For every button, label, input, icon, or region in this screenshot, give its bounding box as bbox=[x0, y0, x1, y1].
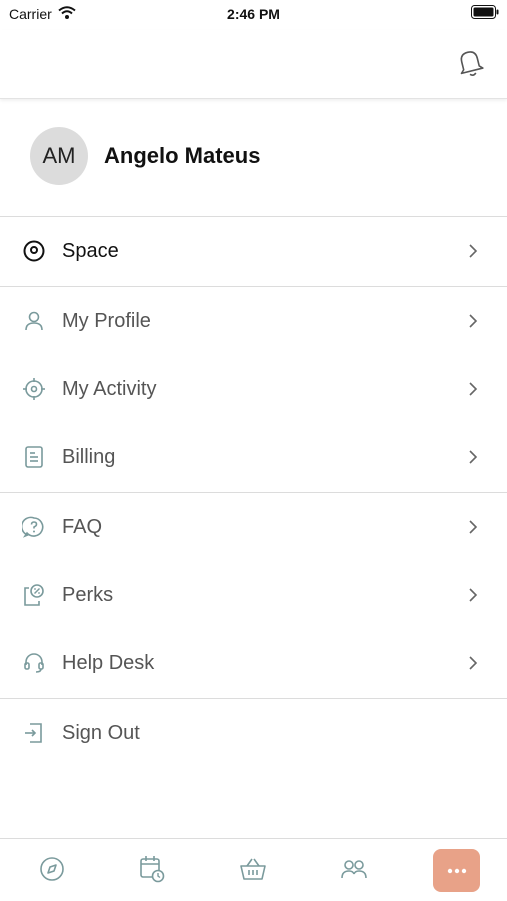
user-icon bbox=[21, 308, 47, 334]
more-icon[interactable] bbox=[433, 849, 480, 892]
menu-item-space[interactable]: Space bbox=[0, 217, 507, 285]
document-icon bbox=[21, 444, 47, 470]
tab-bar bbox=[0, 838, 507, 901]
menu-item-my-activity[interactable]: My Activity bbox=[0, 355, 507, 423]
chevron-right-icon bbox=[467, 313, 479, 329]
bell-icon[interactable] bbox=[455, 46, 485, 78]
help-bubble-icon bbox=[21, 514, 47, 540]
top-header bbox=[0, 30, 507, 99]
location-pin-icon bbox=[21, 238, 47, 264]
status-time: 2:46 PM bbox=[227, 6, 280, 22]
headset-icon bbox=[21, 650, 47, 676]
menu-item-my-profile[interactable]: My Profile bbox=[0, 287, 507, 355]
crosshair-icon bbox=[21, 376, 47, 402]
people-icon[interactable] bbox=[334, 849, 374, 889]
profile-row[interactable]: AM Angelo Mateus bbox=[0, 99, 507, 217]
menu-item-help-desk[interactable]: Help Desk bbox=[0, 629, 507, 697]
menu-label-billing: Billing bbox=[62, 445, 116, 468]
chevron-right-icon bbox=[467, 587, 479, 603]
compass-icon[interactable] bbox=[32, 849, 72, 889]
chevron-right-icon bbox=[467, 519, 479, 535]
menu-item-sign-out[interactable]: Sign Out bbox=[0, 699, 507, 767]
menu-label-space: Space bbox=[62, 239, 119, 262]
avatar: AM bbox=[30, 127, 88, 185]
menu-label-perks: Perks bbox=[62, 583, 114, 606]
sign-out-icon bbox=[21, 720, 47, 746]
status-bar: Carrier 2:46 PM bbox=[0, 0, 507, 30]
chevron-right-icon bbox=[467, 655, 479, 671]
profile-name: Angelo Mateus bbox=[104, 143, 261, 168]
chevron-right-icon bbox=[467, 449, 479, 465]
menu-label-faq: FAQ bbox=[62, 515, 103, 538]
chevron-right-icon bbox=[467, 381, 479, 397]
menu-label-my-profile: My Profile bbox=[62, 309, 151, 332]
menu-item-perks[interactable]: Perks bbox=[0, 561, 507, 629]
basket-icon[interactable] bbox=[233, 849, 273, 889]
menu-label-help-desk: Help Desk bbox=[62, 651, 155, 674]
discount-tag-icon bbox=[21, 582, 47, 608]
menu-label-my-activity: My Activity bbox=[62, 377, 157, 400]
menu-item-billing[interactable]: Billing bbox=[0, 423, 507, 491]
chevron-right-icon bbox=[467, 243, 479, 259]
menu-item-faq[interactable]: FAQ bbox=[0, 493, 507, 561]
calendar-clock-icon[interactable] bbox=[132, 849, 172, 889]
menu-label-sign-out: Sign Out bbox=[62, 721, 140, 744]
battery-icon bbox=[471, 5, 499, 22]
